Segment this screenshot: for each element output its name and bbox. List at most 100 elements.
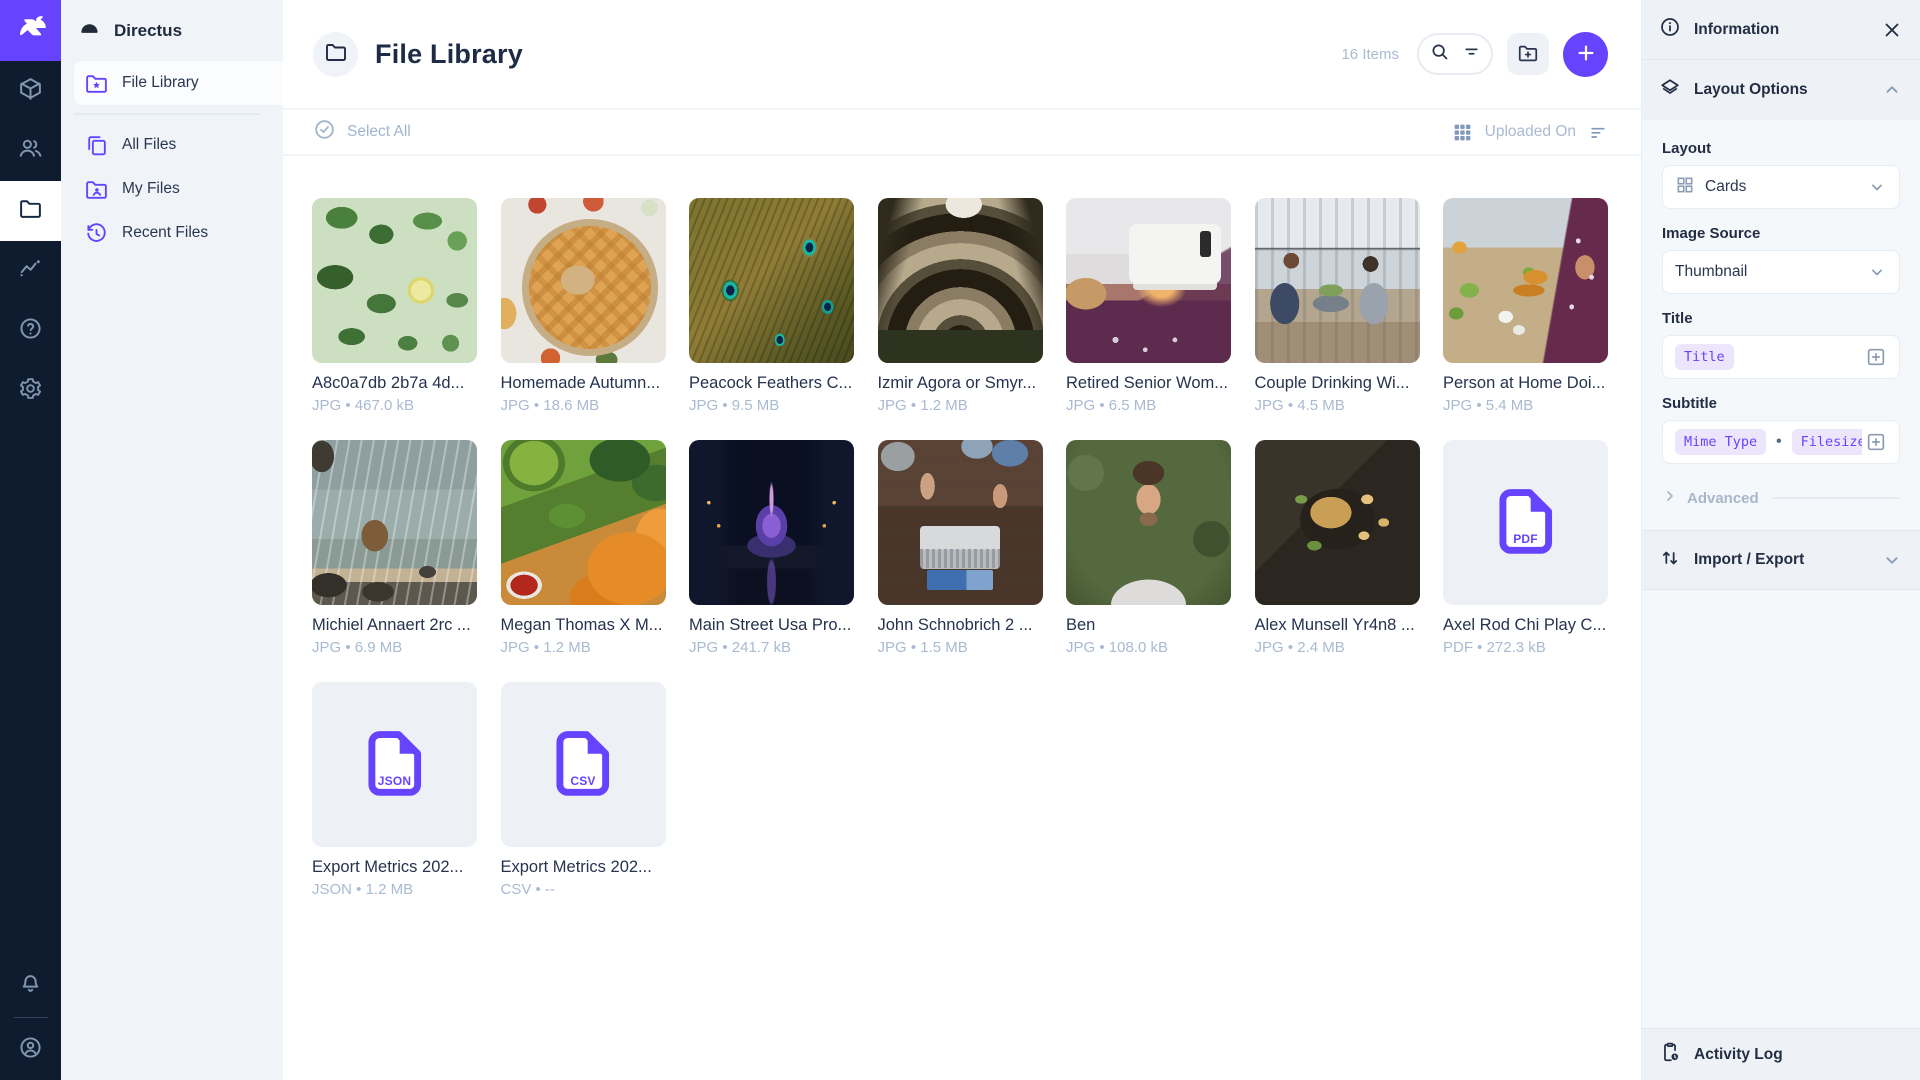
file-title: Main Street Usa Pro... [689,616,854,635]
nav-item-label: My Files [122,180,180,198]
help-icon [18,316,43,346]
nav-divider [74,113,261,115]
file-card[interactable]: John Schnobrich 2 ... JPG • 1.5 MB [878,440,1043,656]
user-menu-button[interactable] [0,1020,61,1080]
add-file-button[interactable] [1563,32,1608,77]
file-thumbnail [1443,198,1608,363]
file-type-label: CSV [553,774,613,788]
layout-options-accordion[interactable]: Layout Options [1642,60,1920,120]
project-icon [78,19,101,42]
file-thumbnail [689,198,854,363]
file-card[interactable]: PDF Axel Rod Chi Play C... PDF • 272.3 k… [1443,440,1608,656]
rabbit-icon [13,10,49,51]
select-all-label: Select All [347,123,411,141]
advanced-label: Advanced [1687,490,1759,507]
file-thumbnail [689,440,854,605]
file-card[interactable]: Couple Drinking Wi... JPG • 4.5 MB [1255,198,1420,414]
file-type-label: JSON [365,774,425,788]
select-all-button[interactable]: Select All [313,118,411,146]
bell-icon [18,970,43,1000]
project-name: Directus [114,21,182,41]
module-insights[interactable] [0,241,61,301]
file-card[interactable]: CSV Export Metrics 202... CSV • -- [501,682,666,898]
file-card[interactable]: Michiel Annaert 2rc ... JPG • 6.9 MB [312,440,477,656]
module-help[interactable] [0,301,61,361]
insights-icon [18,256,43,286]
information-header: Information [1642,0,1920,60]
file-title: Michiel Annaert 2rc ... [312,616,477,635]
nav-sidebar: Directus File Library All Files My Files… [61,0,283,1080]
file-meta: JPG • 1.5 MB [878,639,1043,656]
notifications-button[interactable] [0,955,61,1015]
folder-icon [324,40,348,69]
field-chip[interactable]: Mime Type [1675,429,1766,455]
subtitle-template-input[interactable]: Mime Type • Filesize [1662,420,1900,464]
file-meta: JPG • 6.5 MB [1066,397,1231,414]
file-type-icon: PDF [1496,487,1556,559]
advanced-toggle[interactable]: Advanced [1662,488,1900,508]
file-card[interactable]: A8c0a7db 2b7a 4d... JPG • 467.0 kB [312,198,477,414]
list-toolbar: Select All Uploaded On [283,110,1641,156]
file-card[interactable]: Homemade Autumn... JPG • 18.6 MB [501,198,666,414]
search-icon[interactable] [1429,41,1450,67]
add-field-button[interactable] [1862,343,1890,371]
search-filter-pill[interactable] [1417,33,1493,75]
layout-select-value: Cards [1705,178,1746,196]
file-meta: JPG • 1.2 MB [878,397,1043,414]
directus-logo[interactable] [0,0,61,61]
file-thumbnail [312,440,477,605]
file-card[interactable]: Megan Thomas X M... JPG • 1.2 MB [501,440,666,656]
grid-small-icon [1675,175,1695,200]
nav-item-file-library[interactable]: File Library [74,61,283,105]
file-card[interactable]: Ben JPG • 108.0 kB [1066,440,1231,656]
file-thumbnail [501,198,666,363]
module-users[interactable] [0,121,61,181]
sort-field-button[interactable]: Uploaded On [1485,123,1576,141]
new-folder-button[interactable] [1507,33,1549,75]
file-card[interactable]: Retired Senior Wom... JPG • 6.5 MB [1066,198,1231,414]
module-settings[interactable] [0,361,61,421]
info-sidebar: Information Layout Options Layout Cards … [1641,0,1920,1080]
file-card[interactable]: Person at Home Doi... JPG • 5.4 MB [1443,198,1608,414]
title-template-input[interactable]: Title [1662,335,1900,379]
file-card[interactable]: Peacock Feathers C... JPG • 9.5 MB [689,198,854,414]
file-card[interactable]: Alex Munsell Yr4n8 ... JPG • 2.4 MB [1255,440,1420,656]
file-meta: JPG • 108.0 kB [1066,639,1231,656]
project-header[interactable]: Directus [61,0,283,61]
module-content[interactable] [0,61,61,121]
file-meta: PDF • 272.3 kB [1443,639,1608,656]
info-icon [1659,16,1681,43]
file-card[interactable]: Izmir Agora or Smyr... JPG • 1.2 MB [878,198,1043,414]
file-thumbnail [1255,440,1420,605]
file-card[interactable]: JSON Export Metrics 202... JSON • 1.2 MB [312,682,477,898]
file-card[interactable]: Main Street Usa Pro... JPG • 241.7 kB [689,440,854,656]
import-export-accordion[interactable]: Import / Export [1642,530,1920,590]
close-icon[interactable] [1881,19,1903,41]
card-size-icon[interactable] [1452,122,1473,143]
gear-icon [18,376,43,406]
layout-select[interactable]: Cards [1662,165,1900,209]
file-title: Homemade Autumn... [501,374,666,393]
nav-item-my-files[interactable]: My Files [74,167,283,211]
nav-item-recent-files[interactable]: Recent Files [74,211,283,255]
activity-log-button[interactable]: Activity Log [1642,1028,1920,1080]
file-meta: JPG • 5.4 MB [1443,397,1608,414]
user-circle-icon [18,1035,43,1065]
image-source-select[interactable]: Thumbnail [1662,250,1900,294]
nav-item-all-files[interactable]: All Files [74,123,283,167]
nav-item-label: All Files [122,136,176,154]
folder-user-icon [84,177,109,202]
sort-direction-icon[interactable] [1588,122,1608,142]
add-field-button[interactable] [1862,428,1890,456]
nav-item-label: File Library [122,74,199,92]
page-title: File Library [375,39,523,70]
file-type-icon: JSON [365,729,425,801]
field-chip[interactable]: Title [1675,344,1734,370]
file-meta: JPG • 9.5 MB [689,397,854,414]
module-files[interactable] [0,181,61,241]
filter-icon[interactable] [1461,41,1482,67]
folder-star-icon [84,71,109,96]
file-meta: JPG • 18.6 MB [501,397,666,414]
file-meta: JPG • 2.4 MB [1255,639,1420,656]
file-meta: JPG • 4.5 MB [1255,397,1420,414]
